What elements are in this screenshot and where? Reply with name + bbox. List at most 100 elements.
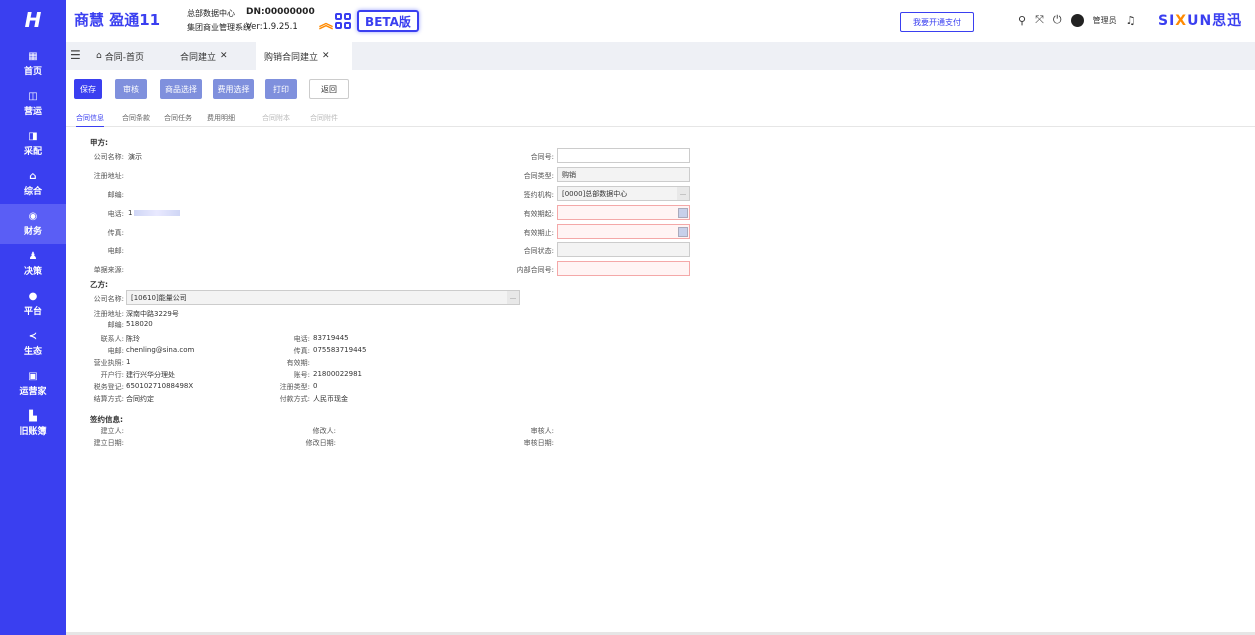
- party-b-contact: 陈玲: [126, 335, 140, 343]
- sidebar-item-label: 首页: [23, 67, 42, 77]
- menu-toggle-icon[interactable]: ☰: [70, 48, 81, 62]
- more-icon[interactable]: …: [677, 187, 689, 200]
- save-button[interactable]: 保存: [74, 79, 102, 99]
- open-payment-button[interactable]: 我要开通支付: [900, 12, 974, 32]
- party-a-source-label: 单据来源:: [93, 266, 124, 274]
- fullscreen-icon[interactable]: ⤧: [1035, 13, 1044, 27]
- tab-fee-details[interactable]: 费用明细: [207, 113, 235, 127]
- beta-badge[interactable]: BETA版: [357, 10, 419, 32]
- app-logo[interactable]: H: [0, 0, 66, 40]
- sidebar-item-home[interactable]: ▦ 首页: [0, 44, 66, 84]
- party-b-regtype-label: 注册类型:: [279, 383, 310, 391]
- party-a-phone: 1: [128, 209, 181, 217]
- sidebar-item-label: 生态: [23, 347, 42, 357]
- tab-contract-create[interactable]: 合同建立 ✕: [174, 42, 234, 70]
- more-icon[interactable]: …: [507, 291, 519, 304]
- home-icon: ⌂: [96, 51, 102, 61]
- search-icon[interactable]: ⚲: [1018, 14, 1026, 27]
- tab-contract-terms[interactable]: 合同条款: [122, 113, 150, 127]
- inner-contract-no-input[interactable]: [557, 261, 690, 276]
- select-fee-button[interactable]: 费用选择: [213, 79, 254, 99]
- party-a-phone-label: 电话:: [107, 210, 124, 218]
- party-b-bank: 建行兴华分理处: [126, 371, 175, 379]
- tab-contract-info[interactable]: 合同信息: [76, 113, 104, 127]
- sidebar-item-finance[interactable]: ◉ 财务: [0, 204, 66, 244]
- party-b-email-label: 电邮:: [107, 347, 124, 355]
- party-a-address-label: 注册地址:: [93, 172, 124, 180]
- valid-start-input[interactable]: [557, 205, 690, 220]
- avatar[interactable]: [1070, 13, 1084, 27]
- valid-end-input[interactable]: [557, 224, 690, 239]
- contract-status-field[interactable]: [557, 242, 690, 257]
- header-actions: ⚲ ⤧ ⏻ 管理员 ♫: [1018, 12, 1135, 28]
- tab-purchase-contract-create[interactable]: 购销合同建立 ✕: [256, 42, 352, 70]
- contract-no-input[interactable]: [557, 148, 690, 163]
- sidebar-item-platform[interactable]: ● 平台: [0, 284, 66, 324]
- contract-type-field[interactable]: 购销: [557, 167, 690, 182]
- tab-label: 合同建立: [180, 52, 217, 63]
- party-b-company-value: [10610]能量公司: [131, 293, 187, 302]
- party-a-company-label: 公司名称:: [93, 153, 124, 161]
- company-logo-part: X: [1175, 13, 1188, 29]
- party-b-email: chenling@sina.com: [126, 346, 195, 354]
- party-b-postcode-label: 邮编:: [107, 321, 124, 329]
- sidebar-item-general[interactable]: ⌂ 综合: [0, 164, 66, 204]
- sidebar: H ▦ 首页 ◫ 营运 ◨ 采配 ⌂ 综合 ◉ 财务 ♟ 决策 ● 平台 ≺ 生态 ▣ 运营家 ▙…: [0, 0, 66, 635]
- tab-bar: ☰ ⌂ 合同-首页 合同建立 ✕ 购销合同建立 ✕: [66, 42, 1255, 70]
- inner-contract-no-label: 内部合同号:: [516, 266, 554, 274]
- valid-end-label: 有效期止:: [523, 229, 554, 237]
- party-b-tax: 650102710884​98X: [126, 382, 194, 390]
- coin-icon: ◉: [28, 210, 38, 222]
- sidebar-item-purchase[interactable]: ◨ 采配: [0, 124, 66, 164]
- sidebar-item-label: 采配: [23, 147, 42, 157]
- close-icon[interactable]: ✕: [220, 51, 228, 61]
- sidebar-item-operation[interactable]: ◫ 营运: [0, 84, 66, 124]
- sidebar-item-label: 平台: [23, 307, 42, 317]
- close-icon[interactable]: ✕: [322, 51, 330, 61]
- back-button[interactable]: 返回: [309, 79, 349, 99]
- tab-contract-attachments[interactable]: 合同附件: [310, 113, 338, 127]
- party-b-address-label: 注册地址:: [93, 310, 124, 318]
- sidebar-item-label: 营运: [23, 107, 42, 117]
- party-b-fax-label: 传真:: [293, 347, 310, 355]
- modify-date-label: 修改日期:: [305, 439, 336, 447]
- brand-title: 商慧 盈通11: [74, 11, 161, 29]
- party-b-account-label: 账号:: [293, 371, 310, 379]
- upgrade-arrows-icon[interactable]: ︽: [319, 17, 333, 31]
- modifier-label: 修改人:: [312, 427, 336, 435]
- user-name[interactable]: 管理员: [1093, 15, 1117, 26]
- sidebar-item-operator[interactable]: ▣ 运营家: [0, 364, 66, 404]
- tab-contract-tasks[interactable]: 合同任务: [164, 113, 192, 127]
- review-button[interactable]: 审核: [115, 79, 147, 99]
- sidebar-item-old-ledger[interactable]: ▙ 旧账簿: [0, 404, 66, 444]
- tab-contract-home[interactable]: ⌂ 合同-首页: [90, 42, 150, 70]
- company-logo-part: SI: [1158, 13, 1176, 29]
- contract-no-label: 合同号:: [530, 153, 554, 161]
- bell-icon[interactable]: ♫: [1126, 14, 1136, 27]
- chart-icon: ◫: [28, 90, 38, 102]
- tab-contract-copy[interactable]: 合同附本: [262, 113, 290, 127]
- party-b-company-field[interactable]: [10610]能量公司 …: [126, 290, 520, 305]
- apps-grid-icon[interactable]: [335, 13, 351, 29]
- sidebar-item-decision[interactable]: ♟ 决策: [0, 244, 66, 284]
- party-b-valid-label: 有效期:: [286, 359, 310, 367]
- truck-icon: ◨: [28, 130, 38, 142]
- party-a-company: 演示: [128, 153, 142, 161]
- power-icon[interactable]: ⏻: [1053, 13, 1062, 27]
- tab-label: 购销合同建立: [264, 52, 319, 63]
- sign-org-field[interactable]: [0000]总部数据中心…: [557, 186, 690, 201]
- sidebar-item-ecology[interactable]: ≺ 生态: [0, 324, 66, 364]
- party-b-postcode: 518020: [126, 320, 153, 328]
- create-date-label: 建立日期:: [93, 439, 124, 447]
- select-goods-button[interactable]: 商品选择: [160, 79, 202, 99]
- calendar-icon[interactable]: [678, 208, 688, 218]
- bag-icon: ⌂: [29, 170, 37, 182]
- sidebar-item-label: 运营家: [19, 387, 47, 397]
- party-b-company-label: 公司名称:: [93, 295, 124, 303]
- party-a-fax-label: 传真:: [107, 229, 124, 237]
- calendar-icon[interactable]: [678, 227, 688, 237]
- sidebar-item-label: 决策: [23, 267, 42, 277]
- share-icon: ≺: [28, 330, 38, 342]
- print-button[interactable]: 打印: [265, 79, 297, 99]
- party-b-contact-label: 联系人:: [100, 335, 124, 343]
